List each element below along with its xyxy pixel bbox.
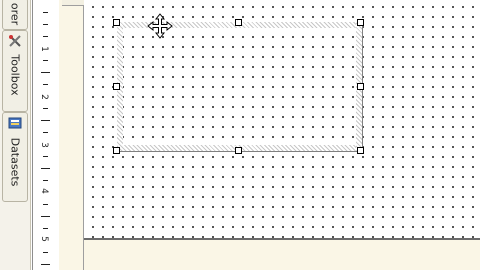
ruler-mark-3: 3 [38,142,49,148]
move-cursor-icon [147,13,173,39]
side-tab-strip: orer Toolbox Datasets [0,0,31,270]
tab-explorer[interactable]: orer [2,0,28,30]
resize-handle-top-left[interactable] [113,19,120,26]
ruler-mark-4: 4 [38,188,49,194]
vertical-ruler: 1 2 3 4 5 [32,0,60,270]
tab-explorer-label: orer [8,2,22,26]
tab-datasets-label: Datasets [8,137,22,187]
resize-handle-bottom-left[interactable] [113,147,120,154]
surface-bottom-area [84,240,480,270]
resize-handle-top-right[interactable] [357,19,364,26]
ruler-mark-1: 1 [38,46,49,52]
resize-handle-left[interactable] [113,83,120,90]
selected-rectangle[interactable] [117,22,363,152]
resize-handle-bottom[interactable] [235,147,242,154]
ruler-mark-2: 2 [38,94,49,100]
tab-datasets[interactable]: Datasets [2,112,28,202]
datasets-icon [8,117,22,129]
ruler-mark-5: 5 [38,236,49,242]
resize-handle-bottom-right[interactable] [357,147,364,154]
tab-toolbox[interactable]: Toolbox [2,30,28,112]
resize-handle-right[interactable] [357,83,364,90]
report-margin-gutter [59,0,84,270]
tab-toolbox-label: Toolbox [8,54,22,96]
resize-handle-top[interactable] [235,19,242,26]
toolbox-icon [9,35,21,47]
